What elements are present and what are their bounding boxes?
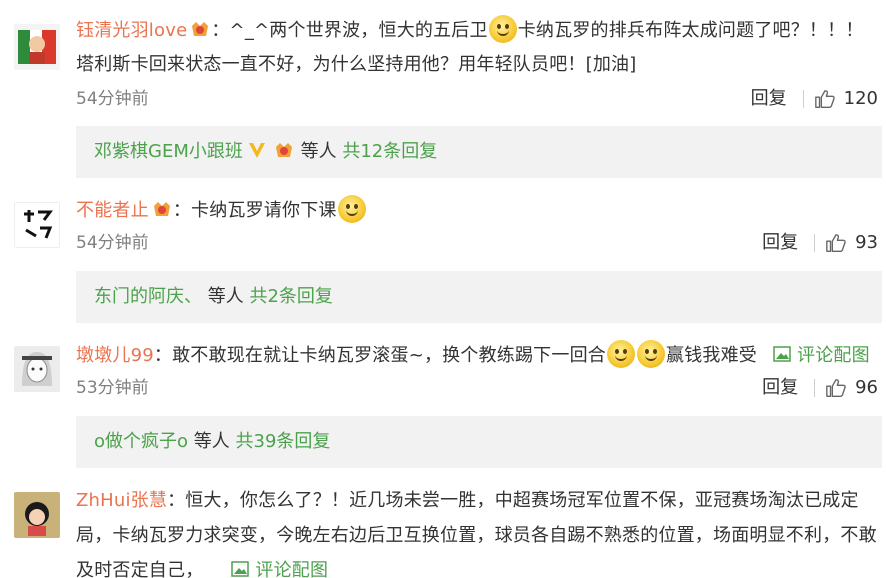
like-count: 120 (843, 88, 878, 109)
comment-meta: 53分钟前 回复 96 (76, 373, 878, 403)
replies-summary[interactable]: 邓紫棋GEM小跟班 等人 共12条回复 (76, 126, 882, 178)
comment-text: ZhHui张慧：恒大，你怎么了？！近几场未尝一胜，中超赛场冠军位置不保，亚冠赛场… (76, 483, 878, 578)
comment-meta: 54分钟前 回复 120 (76, 84, 878, 114)
reply-user-link[interactable]: o做个疯子o (94, 431, 188, 452)
replies-summary[interactable]: o做个疯子o 等人 共39条回复 (76, 416, 882, 468)
username-link[interactable]: 墩墩儿99 (76, 345, 154, 366)
avatar[interactable] (14, 492, 60, 538)
smirk-emoji-icon (488, 15, 517, 43)
comment-actions: 回复 93 (762, 228, 878, 258)
replies-others: 等人 (300, 141, 337, 162)
divider (814, 379, 816, 397)
like-count: 93 (855, 232, 878, 253)
comment-text: 墩墩儿99：敢不敢现在就让卡纳瓦罗滚蛋~，换个教练踢下一回合 赢钱我难受 评论配图 (76, 339, 878, 373)
like-thumb-icon[interactable] (825, 377, 847, 399)
smile-emoji-icon (337, 195, 366, 223)
avatar[interactable] (14, 202, 60, 248)
comment-actions: 回复 96 (762, 373, 878, 403)
replies-total-link[interactable]: 共2条回复 (249, 286, 332, 307)
username-link[interactable]: ZhHui张慧 (76, 490, 167, 511)
divider (802, 90, 804, 108)
timestamp: 53分钟前 (76, 378, 149, 398)
reply-button[interactable]: 回复 (762, 228, 798, 258)
comment-image-link[interactable]: 评论配图 (773, 345, 870, 366)
image-icon (231, 561, 250, 577)
reply-user-link[interactable]: 邓紫棋GEM小跟班 (94, 141, 243, 162)
timestamp: 54分钟前 (76, 233, 149, 253)
divider (814, 234, 816, 252)
avatar-image (14, 492, 60, 538)
like-thumb-icon[interactable] (814, 88, 836, 110)
comment-actions: 回复 120 (751, 84, 878, 114)
replies-others: 等人 (193, 431, 230, 452)
image-icon (773, 346, 791, 362)
replies-summary[interactable]: 东门的阿庆、 等人 共2条回复 (76, 271, 882, 323)
smile-emoji-icon (607, 340, 635, 368)
avatar-image (14, 346, 60, 392)
smile-emoji-icon (637, 340, 665, 368)
timestamp: 54分钟前 (76, 89, 149, 109)
reply-button[interactable]: 回复 (751, 84, 787, 114)
reply-user-link[interactable]: 东门的阿庆、 (94, 286, 202, 307)
comment-meta: 54分钟前 回复 93 (76, 228, 878, 258)
replies-total-link[interactable]: 共39条回复 (236, 431, 331, 452)
verified-v-icon (248, 143, 265, 158)
username-link[interactable]: 钰清光羽love (76, 20, 187, 41)
replies-others: 等人 (207, 286, 244, 307)
comment-image-link[interactable]: 评论配图 (231, 560, 328, 578)
comment-text: 不能者止 ：卡纳瓦罗请你下课 (76, 194, 878, 228)
member-badge-icon[interactable] (189, 19, 211, 39)
like-count: 96 (855, 377, 878, 398)
member-badge-icon[interactable] (151, 199, 173, 219)
replies-total-link[interactable]: 共12条回复 (342, 141, 437, 162)
avatar[interactable] (14, 24, 60, 70)
reply-button[interactable]: 回复 (762, 373, 798, 403)
comment-text: 钰清光羽love ：^_^两个世界波，恒大的五后卫 卡纳瓦罗的排兵布阵太成问题了吧？… (76, 14, 878, 82)
like-thumb-icon[interactable] (825, 232, 847, 254)
avatar-image (14, 24, 60, 70)
username-link[interactable]: 不能者止 (76, 200, 149, 221)
member-badge-icon (275, 143, 292, 157)
avatar[interactable] (14, 346, 60, 392)
avatar-image (14, 202, 60, 248)
